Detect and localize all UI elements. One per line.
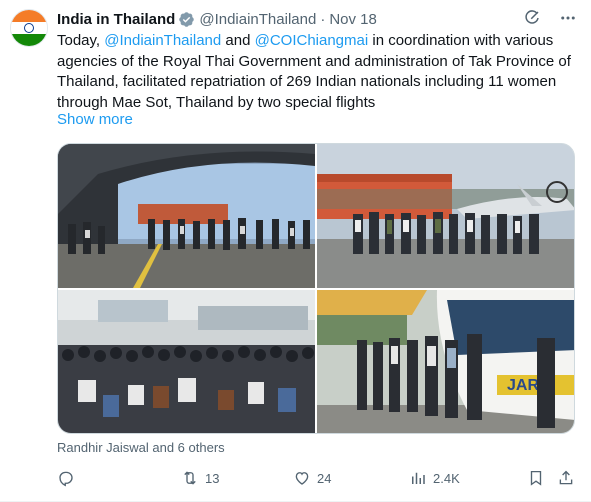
author-handle[interactable]: @IndiainThailand	[199, 11, 316, 28]
photo-waiting-hall[interactable]	[58, 290, 315, 433]
show-more-link[interactable]: Show more	[57, 111, 133, 128]
views-icon	[412, 472, 425, 484]
separator-dot: ·	[320, 10, 326, 28]
reply-button[interactable]	[57, 468, 81, 488]
photo-group-with-aircraft[interactable]	[317, 144, 574, 288]
reply-icon	[59, 471, 73, 487]
bus-lettering: JAR	[507, 377, 539, 394]
tweet[interactable]: India in Thailand @IndiainThailand · Nov…	[0, 0, 591, 502]
tweet-text-segment: and	[221, 32, 255, 49]
like-button[interactable]: 24	[293, 468, 331, 488]
verified-badge-icon	[179, 11, 195, 27]
photo-aircraft-hold[interactable]	[58, 144, 315, 288]
tweet-text-segment: Today,	[57, 32, 105, 49]
tweet-date[interactable]: Nov 18	[329, 11, 377, 28]
liked-by-line[interactable]: Randhir Jaiswal and 6 others	[57, 440, 225, 455]
avatar[interactable]	[10, 9, 48, 47]
action-bar: 13 24 2.4K	[57, 468, 577, 488]
tweet-header: India in Thailand @IndiainThailand · Nov…	[57, 9, 377, 29]
bookmark-button[interactable]	[527, 468, 551, 488]
mention-indiainthailand[interactable]: @IndiainThailand	[104, 32, 221, 49]
retweet-icon	[184, 471, 196, 485]
retweet-count: 13	[205, 470, 220, 486]
author-name[interactable]: India in Thailand	[57, 11, 175, 28]
heart-icon	[295, 472, 309, 485]
views-count: 2.4K	[433, 470, 460, 486]
media-grid: JAR	[57, 143, 575, 434]
photo-boarding-bus[interactable]: JAR	[317, 290, 574, 433]
share-icon	[559, 470, 573, 485]
mention-coichiangmai[interactable]: @COIChiangmai	[255, 32, 369, 49]
more-icon[interactable]	[559, 9, 577, 27]
bookmark-icon	[530, 470, 542, 486]
like-count: 24	[317, 470, 332, 486]
views-button[interactable]: 2.4K	[409, 468, 460, 488]
tweet-text: Today, @IndiainThailand and @COIChiangma…	[57, 31, 577, 113]
share-button[interactable]	[557, 468, 581, 488]
retweet-button[interactable]: 13	[181, 468, 219, 488]
grok-icon[interactable]	[523, 9, 541, 27]
